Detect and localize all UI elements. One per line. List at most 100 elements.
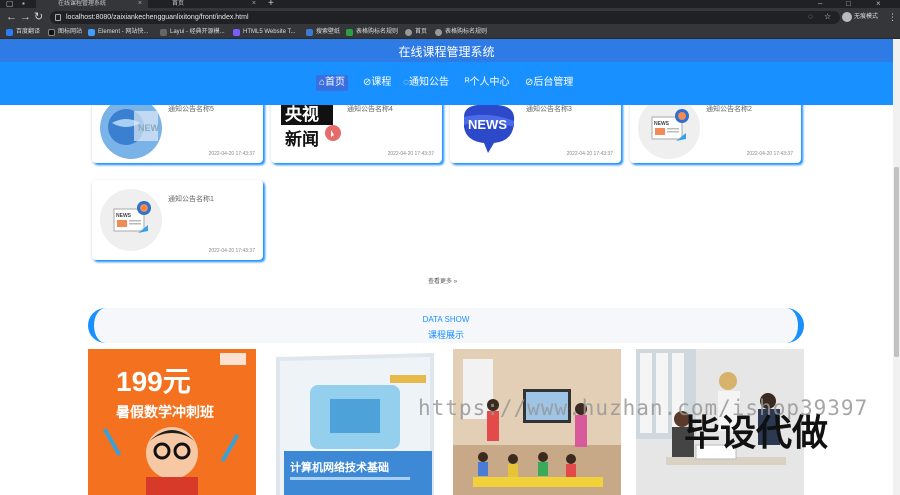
bookmark-favicon-icon	[233, 29, 240, 36]
bookmark-favicon-icon	[306, 29, 313, 36]
bookmarks-bar: 百度翻译 图标网站 Element - 网站快... Layui - 经典开源模…	[0, 26, 900, 39]
bookmark-item[interactable]: 图标网站	[48, 26, 82, 39]
nav-label: 个人中心	[469, 77, 510, 88]
bookmark-favicon-icon	[405, 29, 412, 36]
incognito-eye-icon[interactable]: ◌	[808, 10, 813, 24]
notice-card[interactable]: NEWS 通知公告名称3 2022-04-20 17:43:37	[450, 105, 621, 163]
course-card[interactable]: 计算机网络技术基础	[270, 349, 438, 495]
site-title: 在线课程管理系统	[398, 45, 495, 59]
profile-avatar-icon	[842, 12, 852, 22]
profile-label: 无痕模式	[854, 14, 879, 20]
notice-image-news-paper: NEWS	[100, 189, 162, 251]
bookmark-item[interactable]: Layui - 经典开源模...	[160, 26, 225, 39]
bookmark-label: Layui - 经典开源模...	[170, 29, 225, 35]
title-strip: 在线课程管理系统	[0, 39, 893, 62]
bookmark-item[interactable]: 搜索壁纸	[306, 26, 340, 39]
notice-title: 通知公告名称1	[168, 196, 214, 203]
bookmark-item[interactable]: Element - 网站快...	[88, 26, 148, 39]
tab-title-2: 首页	[172, 1, 185, 7]
browser-tab-2[interactable]: 首页 ×	[150, 0, 262, 8]
bookmark-label: 百度翻译	[16, 29, 41, 35]
bookmark-item[interactable]: 表格购标名规则	[435, 26, 487, 39]
nav-item-notices[interactable]: ◌通知公告	[400, 75, 452, 91]
tab-title-1: 在线课程管理系统	[58, 1, 107, 7]
view-more-link[interactable]: 查看更多 »	[428, 276, 457, 285]
notice-card[interactable]: NEWS 通知公告名称1 2022-04-20 17:43:37	[92, 180, 263, 260]
bookmark-label: Element - 网站快...	[98, 29, 149, 35]
notice-image-news-bubble: NEWS	[458, 105, 520, 159]
svg-text:NEWS: NEWS	[116, 213, 132, 219]
notice-image-globe-news: NEW	[100, 105, 162, 159]
cctv-line1: 央视	[285, 105, 319, 125]
forward-icon[interactable]: →	[20, 10, 31, 24]
notice-card[interactable]: NEWS 通知公告名称2 2022-04-20 17:43:37	[630, 105, 801, 163]
bookmark-item[interactable]: 表格购标名规则	[346, 26, 398, 39]
data-show-cn: 课程展示	[427, 330, 464, 340]
notice-title: 通知公告名称3	[526, 106, 572, 113]
cctv-line2: 新闻	[285, 129, 319, 150]
notice-date: 2022-04-20 17:43:37	[208, 248, 255, 254]
course-price: 199元	[116, 366, 191, 397]
browser-tab-1[interactable]: 在线课程管理系统 ×	[36, 0, 148, 8]
bookmark-star-icon[interactable]: ☆	[824, 10, 831, 24]
watermark-text: 毕设代做	[684, 413, 829, 454]
bookmark-label: HTML5 Website T...	[243, 29, 296, 35]
bookmark-label: 图标网站	[58, 29, 83, 35]
notice-card[interactable]: NEW 通知公告名称5 2022-04-20 17:43:37	[92, 105, 263, 163]
browser-toolbar: ← → ↻ localhost:8080/zaixiankechengguanl…	[0, 8, 900, 26]
data-show-banner: DATA SHOW 课程展示	[88, 308, 804, 343]
tab-close-icon[interactable]: ×	[252, 0, 256, 8]
course-card[interactable]: 199元 暑假数学冲刺班	[88, 349, 256, 495]
bookmark-label: 表格购标名规则	[445, 29, 488, 35]
nav-item-admin[interactable]: ⊘后台管理	[522, 75, 576, 91]
bookmark-label: 首页	[415, 29, 428, 35]
browser-icon: ▪	[22, 0, 25, 8]
double-chevron-right-icon: »	[453, 279, 458, 285]
svg-text:NEW: NEW	[138, 123, 160, 133]
browser-tab-strip: ▢ ▪ 在线课程管理系统 × 首页 × + – □ ×	[0, 0, 900, 9]
course-name: 计算机网络技术基础	[290, 460, 389, 474]
news-word: NEWS	[468, 117, 507, 132]
news-bubble-icon: NEWS	[464, 105, 515, 153]
bookmark-label: 表格购标名规则	[356, 29, 399, 35]
cctv-news-icon: 央视 新闻	[281, 105, 341, 151]
notice-card[interactable]: 央视 新闻 通知公告名称4 2022-04-20 17:43:37	[271, 105, 442, 163]
data-show-en: DATA SHOW	[422, 315, 470, 324]
notice-date: 2022-04-20 17:43:37	[387, 151, 434, 157]
bookmark-item[interactable]: HTML5 Website T...	[233, 26, 295, 39]
nav-item-home[interactable]: ⌂首页	[316, 75, 349, 91]
bookmark-favicon-icon	[88, 29, 95, 36]
minimize-icon[interactable]: –	[818, 0, 822, 8]
notice-image-cctv-news: 央视 新闻	[279, 105, 341, 159]
bookmark-item[interactable]: 首页	[405, 26, 427, 39]
browser-kebab-icon[interactable]: ⋮	[888, 10, 897, 24]
browser-menu-icon[interactable]: ▢	[6, 0, 14, 8]
reload-icon[interactable]: ↻	[34, 10, 43, 24]
address-bar[interactable]: localhost:8080/zaixiankechengguanlixiton…	[50, 11, 840, 24]
notice-title: 通知公告名称5	[168, 106, 214, 113]
news-paper-icon: NEWS	[638, 105, 700, 159]
maximize-icon[interactable]: □	[846, 0, 851, 8]
nav-item-personal-center[interactable]: ᴿ个人中心	[462, 75, 513, 91]
scrollbar-thumb[interactable]	[894, 167, 899, 357]
nav-label: 课程	[371, 77, 392, 88]
bookmark-favicon-icon	[160, 29, 167, 36]
book-cover-image: 计算机网络技术基础	[270, 349, 438, 495]
notice-date: 2022-04-20 17:43:37	[566, 151, 613, 157]
close-window-icon[interactable]: ×	[876, 0, 881, 8]
course-name: 暑假数学冲刺班	[116, 404, 214, 421]
tab-close-icon[interactable]: ×	[138, 0, 142, 8]
notice-image-news-paper: NEWS	[638, 105, 700, 159]
bookmark-favicon-icon	[435, 29, 442, 36]
back-icon[interactable]: ←	[6, 10, 17, 24]
page-scrollbar[interactable]	[893, 39, 900, 495]
nav-label: 首页	[325, 77, 346, 88]
nav-item-courses[interactable]: ⊘课程	[360, 75, 394, 91]
bookmark-item[interactable]: 百度翻译	[6, 26, 40, 39]
notice-date: 2022-04-20 17:43:37	[746, 151, 793, 157]
profile-button[interactable]: 无痕模式	[842, 11, 878, 23]
bookmark-favicon-icon	[6, 29, 13, 36]
nav-label: 后台管理	[533, 77, 574, 88]
course-card[interactable]	[453, 349, 621, 495]
bookmark-favicon-icon	[48, 29, 55, 36]
